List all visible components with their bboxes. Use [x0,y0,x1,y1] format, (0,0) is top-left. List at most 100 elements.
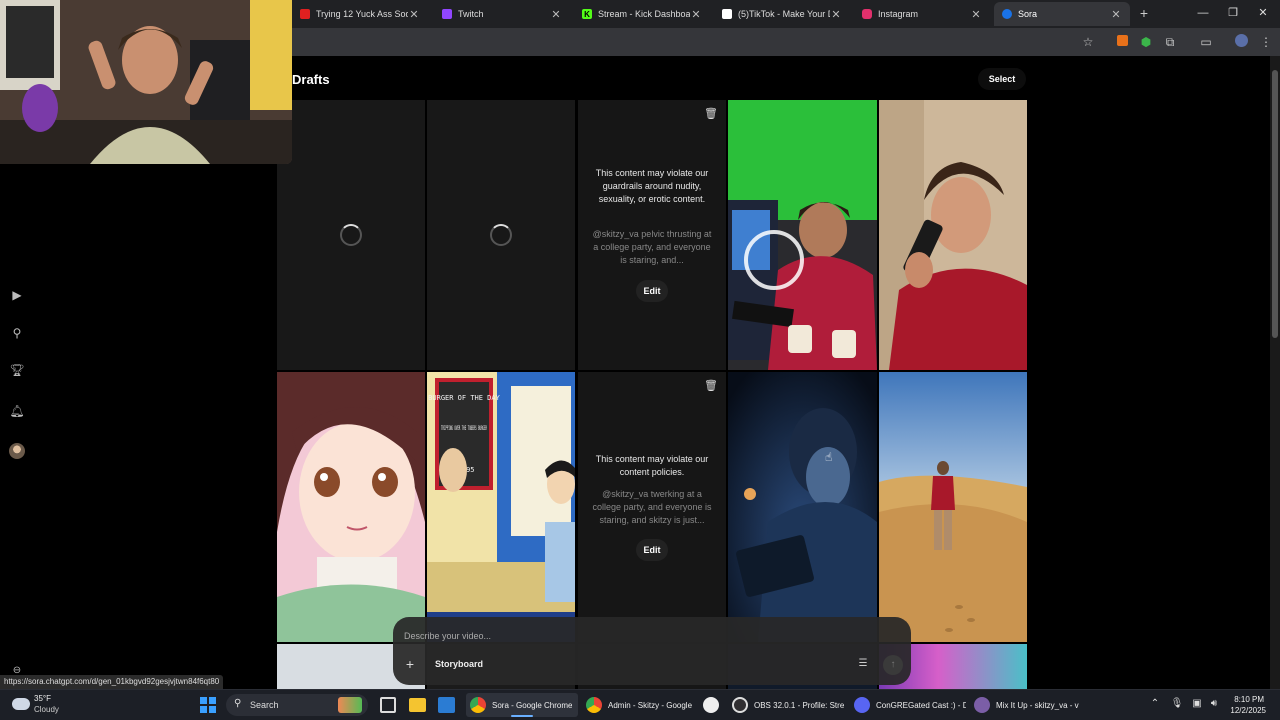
trophy-icon[interactable]: 🏆︎ [8,361,26,379]
weather-temperature[interactable]: 35°F [34,694,51,703]
bookmark-star-icon[interactable]: ☆ [1080,34,1096,50]
draft-video-phone[interactable] [879,100,1027,370]
taskbar-app-discord[interactable]: ConGREGated Cast :) - D [850,693,966,717]
select-button[interactable]: Select [978,68,1026,90]
search-highlight-icon [338,697,362,713]
prompt-input[interactable]: Describe your video... [404,631,491,641]
close-icon[interactable]: ✕ [970,8,982,21]
extensions-puzzle-icon[interactable]: ⧉ [1162,34,1178,50]
extension-orange-icon[interactable] [1114,34,1130,50]
taskbar-app-sora-chrome[interactable]: Sora - Google Chrome [466,693,578,717]
volume-icon[interactable]: 🔊︎ [1207,698,1221,709]
trash-icon[interactable]: 🗑︎ [704,108,718,120]
task-view-icon[interactable] [380,697,396,713]
clock-date[interactable]: 12/2/2025 [1220,706,1266,715]
draft-video-anime[interactable] [277,372,425,642]
app-circle-icon[interactable] [703,697,719,713]
file-explorer-icon[interactable] [409,698,426,712]
network-icon[interactable]: ▣ [1190,698,1204,709]
profile-avatar[interactable] [9,443,25,459]
close-icon[interactable]: ✕ [830,8,842,21]
streamer-webcam-image [0,0,292,164]
new-tab-button[interactable]: + [1136,5,1152,21]
instagram-icon [862,9,872,19]
taskbar-app-title: OBS 32.0.1 - Profile: Stre [754,700,845,710]
mouse-cursor-icon: ☝︎ [825,450,833,464]
close-icon[interactable]: ✕ [1110,8,1122,21]
kick-icon: K [582,9,592,19]
tab-sora[interactable]: Sora ✕ [994,2,1130,26]
close-icon[interactable]: ✕ [408,8,420,21]
minimize-button[interactable]: — [1188,4,1218,22]
chrome-icon [470,697,486,713]
settings-sliders-icon[interactable]: ☰ [857,658,869,670]
edit-button[interactable]: Edit [636,539,668,561]
weather-condition[interactable]: Cloudy [34,705,59,714]
send-button[interactable]: ↑ [883,655,903,675]
clock-time[interactable]: 8:10 PM [1224,695,1264,704]
prompt-composer: Describe your video... + Storyboard ☰ ↑ [393,617,911,685]
restore-button[interactable]: ❐ [1218,4,1248,22]
blue-tablet-thumbnail [728,372,877,642]
chrome-icon [586,697,602,713]
taskbar-app-title: Admin - Skitzy - Google [608,700,693,710]
taskbar-app-admin-chrome[interactable]: Admin - Skitzy - Google [582,693,696,717]
tiktok-icon [722,9,732,19]
draft-loading-2[interactable] [427,100,575,370]
tray-chevron-up-icon[interactable]: ⌃ [1148,698,1162,709]
microphone-icon[interactable]: 🎙︎ [1170,698,1184,709]
tab-title: (5)TikTok - Make Your Day [738,9,830,19]
shield-extension-icon[interactable]: ⬢ [1138,34,1154,50]
windows-taskbar: 35°F Cloudy ⚲ Search Sora - Google Chrom… [0,689,1280,720]
sora-icon [1002,9,1012,19]
storyboard-button[interactable]: Storyboard [429,655,489,673]
page-scrollbar[interactable] [1270,56,1280,689]
mix-it-up-icon [974,697,990,713]
draft-violation-2[interactable]: 🗑︎ This content may violate our content … [578,372,726,642]
loading-spinner-icon [340,224,362,246]
webcam-overlay [0,0,292,164]
close-icon[interactable]: ✕ [690,8,702,21]
photos-app-icon[interactable] [438,697,455,713]
trash-icon[interactable]: 🗑︎ [704,380,718,392]
taskbar-search[interactable]: ⚲ Search [226,694,368,716]
taskbar-app-obs[interactable]: OBS 32.0.1 - Profile: Stre [728,693,846,717]
videos-icon[interactable]: ▶ [8,286,26,304]
tab-title: Trying 12 Yuck Ass Sodas! [316,9,408,19]
add-media-icon[interactable]: + [403,657,417,671]
side-panel-icon[interactable]: ▭ [1198,34,1214,50]
taskbar-app-title: Mix It Up - skitzy_va - v [996,700,1079,710]
edit-button[interactable]: Edit [636,280,668,302]
youtube-icon [300,9,310,19]
taskbar-app-title: Sora - Google Chrome [492,700,573,710]
close-icon[interactable]: ✕ [550,8,562,21]
tab-title: Instagram [878,9,919,19]
anime-girl-thumbnail [277,372,425,642]
taskbar-app-title: ConGREGated Cast :) - D [876,700,966,710]
tab-instagram[interactable]: Instagram ✕ [854,2,990,26]
draft-prompt: @skitzy_va twerking at a college party, … [592,489,712,525]
profile-avatar-icon[interactable] [1233,34,1249,50]
window-close-button[interactable]: ✕ [1248,4,1278,22]
discord-icon [854,697,870,713]
windows-start-icon[interactable] [200,697,216,713]
draft-violation-1[interactable]: 🗑︎ This content may violate our guardrai… [578,100,726,370]
twitch-icon [442,9,452,19]
tab-twitch[interactable]: Twitch ✕ [434,2,570,26]
search-icon[interactable]: ⚲ [8,324,26,342]
draft-video-cartoon[interactable]: BURGER OF THE DAY TRIPPING OVER THE TUBE… [427,372,575,642]
scrollbar-thumb[interactable] [1272,70,1278,338]
weather-cloud-icon[interactable] [12,698,30,710]
draft-video-desert[interactable] [879,372,1027,642]
draft-video-greenscreen[interactable] [728,100,877,370]
taskbar-app-mixitup[interactable]: Mix It Up - skitzy_va - v [970,693,1084,717]
draft-loading-1[interactable] [277,100,425,370]
burger-board-line1: BURGER OF THE DAY [428,394,500,402]
browser-menu-icon[interactable]: ⋮ [1258,34,1274,50]
tab-kick[interactable]: K Stream - Kick Dashboard ✕ [574,2,710,26]
tab-youtube[interactable]: Trying 12 Yuck Ass Sodas! ✕ [292,2,428,26]
burger-cartoon-thumbnail: BURGER OF THE DAY TRIPPING OVER THE TUBE… [427,372,575,642]
draft-video-tablet[interactable]: ☝︎ [728,372,877,642]
notifications-bell-icon[interactable]: 🔔︎ [8,402,26,420]
tab-tiktok[interactable]: (5)TikTok - Make Your Day ✕ [714,2,850,26]
